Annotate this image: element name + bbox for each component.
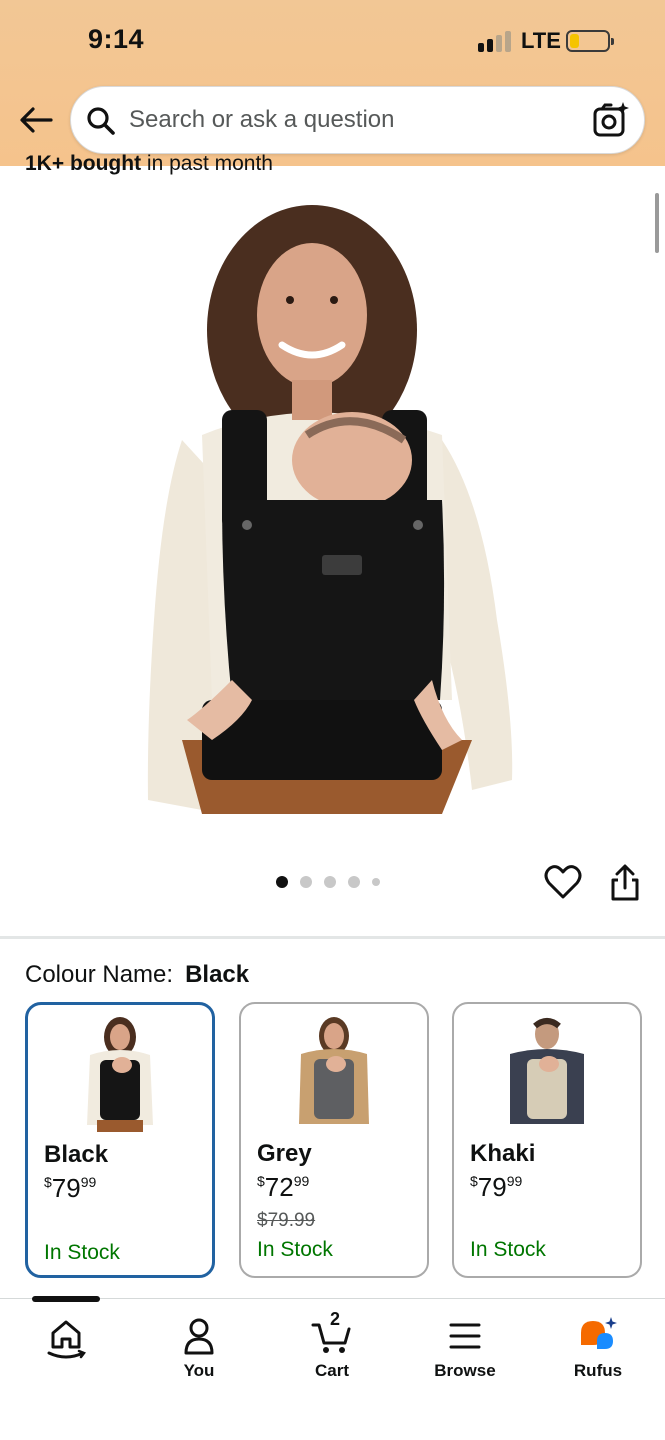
section-divider	[0, 936, 665, 939]
scroll-indicator	[655, 193, 659, 253]
back-arrow-icon	[20, 107, 53, 133]
nav-browse[interactable]: Browse	[405, 1315, 525, 1381]
nav-rufus[interactable]: Rufus	[538, 1315, 658, 1381]
nav-label: You	[183, 1361, 215, 1380]
nav-label: Browse	[434, 1361, 496, 1380]
signal-icon	[478, 30, 511, 52]
product-image[interactable]	[142, 200, 524, 814]
back-button[interactable]	[16, 100, 56, 140]
variation-thumbnail	[87, 1017, 153, 1132]
nav-label: Cart	[314, 1361, 349, 1380]
variation-card-grey[interactable]: Grey $7299 $79.99 In Stock	[239, 1002, 429, 1278]
cart-count: 2	[330, 1309, 341, 1329]
nav-label: Rufus	[573, 1361, 623, 1380]
person-icon	[184, 1318, 214, 1355]
battery-icon	[566, 30, 614, 52]
list-price: $79.99	[257, 1210, 316, 1231]
active-tab-indicator	[32, 1296, 100, 1302]
heart-icon[interactable]	[544, 864, 582, 900]
nav-cart[interactable]: 2 Cart	[272, 1309, 392, 1381]
variation-card-khaki[interactable]: Khaki $7999 In Stock	[452, 1002, 642, 1278]
carousel-dot[interactable]	[300, 876, 312, 888]
variation-name: Grey	[257, 1140, 312, 1167]
home-icon	[47, 1320, 86, 1359]
variation-label: Colour Name: Black	[25, 961, 250, 988]
variation-thumbnail	[299, 1017, 369, 1124]
stock-status: In Stock	[44, 1241, 120, 1264]
variation-name: Black	[44, 1141, 109, 1168]
rufus-icon	[581, 1317, 617, 1349]
product-page: 9:14 LTE Search or ask a question 1K+ bo…	[0, 0, 665, 1440]
network-label: LTE	[521, 28, 561, 53]
carousel-dot[interactable]	[372, 878, 380, 886]
carousel-dot[interactable]	[348, 876, 360, 888]
carousel-dot[interactable]	[324, 876, 336, 888]
stock-status: In Stock	[257, 1238, 333, 1261]
variation-card-black[interactable]: Black $7999 In Stock	[25, 1002, 215, 1278]
carousel-dot[interactable]	[276, 876, 288, 888]
variation-price: $7299	[257, 1172, 310, 1202]
share-icon[interactable]	[608, 864, 642, 902]
selected-variation: Black	[185, 961, 250, 988]
variation-price: $7999	[44, 1173, 97, 1203]
variation-thumbnail	[510, 1018, 584, 1124]
bought-count: 1K+ bought in past month	[25, 152, 273, 175]
nav-home[interactable]	[6, 1315, 126, 1365]
bottom-nav: You 2 Cart Browse Rufus	[0, 1296, 665, 1440]
status-time: 9:14	[88, 24, 145, 54]
nav-you[interactable]: You	[139, 1315, 259, 1381]
stock-status: In Stock	[470, 1238, 546, 1261]
image-carousel-dots[interactable]	[276, 876, 380, 888]
header: 9:14 LTE	[0, 0, 665, 166]
variation-price: $7999	[470, 1172, 523, 1202]
search-icon	[87, 107, 115, 135]
menu-icon	[449, 1323, 481, 1349]
search-input[interactable]	[129, 87, 569, 153]
search-bar[interactable]	[70, 86, 645, 154]
camera-search-icon[interactable]	[592, 101, 630, 139]
variation-name: Khaki	[470, 1140, 536, 1167]
